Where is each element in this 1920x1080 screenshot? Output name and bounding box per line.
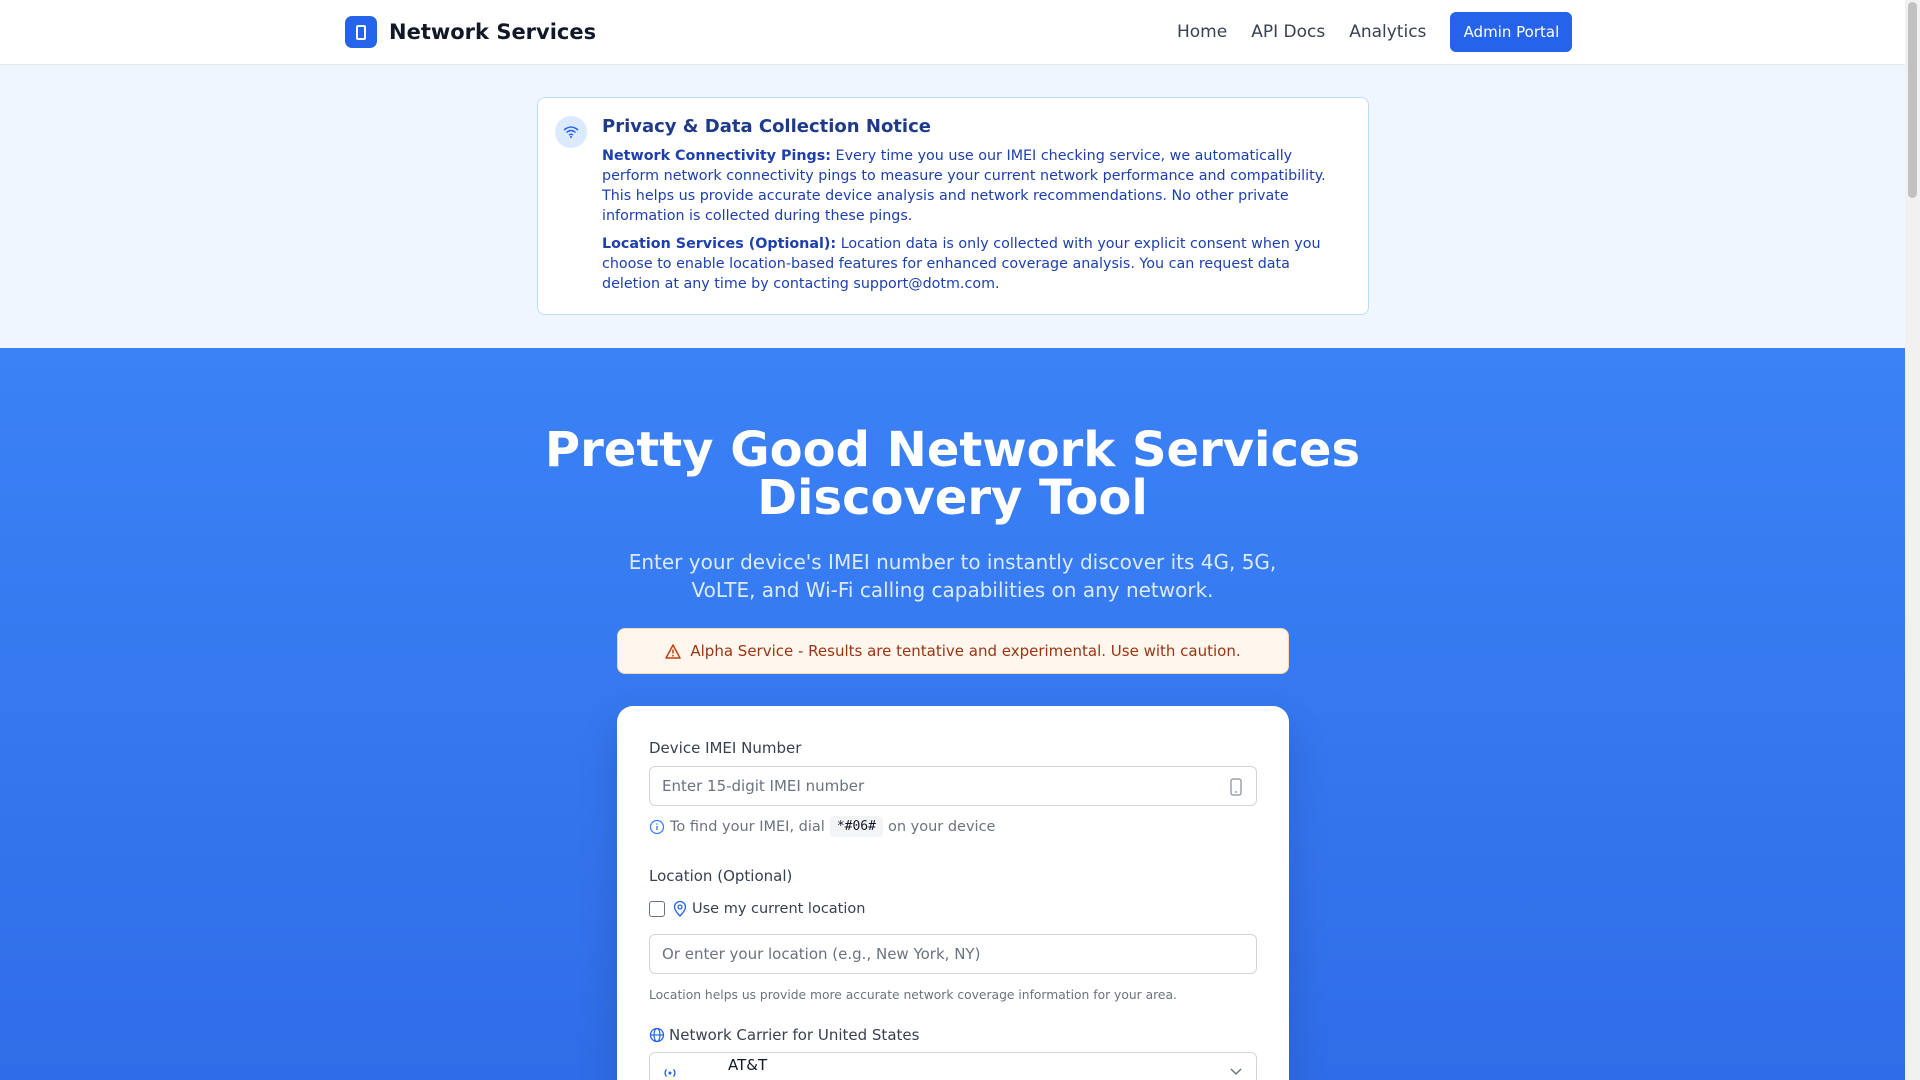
imei-form-card: Device IMEI Number Enter 15-digit IMEI n… — [617, 706, 1289, 1080]
nav-analytics-link[interactable]: Analytics — [1349, 22, 1426, 42]
imei-dial-code: *#06# — [829, 816, 883, 837]
globe-icon — [649, 1027, 665, 1043]
imei-hint-pre: To find your IMEI, dial — [670, 818, 825, 835]
map-pin-icon — [673, 901, 687, 917]
notice-location-paragraph: Location Services (Optional): Location d… — [602, 234, 1348, 294]
notice-pings-label: Network Connectivity Pings: — [602, 148, 832, 164]
privacy-notice: Privacy & Data Collection Notice Network… — [537, 97, 1369, 315]
imei-input[interactable]: Enter 15-digit IMEI number — [649, 766, 1257, 806]
hero-title: Pretty Good Network Services Discovery T… — [0, 426, 1905, 522]
admin-portal-button[interactable]: Admin Portal — [1450, 12, 1573, 52]
imei-placeholder: Enter 15-digit IMEI number — [662, 777, 865, 795]
location-help-text: Location helps us provide more accurate … — [649, 988, 1177, 1002]
carrier-select[interactable]: AT&T — [649, 1052, 1257, 1080]
notice-title: Privacy & Data Collection Notice — [602, 116, 931, 137]
nav-home-link[interactable]: Home — [1177, 22, 1227, 42]
use-location-row[interactable]: Use my current location — [649, 901, 865, 917]
hero-subtitle: Enter your device's IMEI number to insta… — [628, 550, 1277, 602]
carrier-selected-value: AT&T — [728, 1056, 768, 1074]
chevron-down-icon — [1230, 1068, 1242, 1076]
hero-title-line2: Discovery Tool — [757, 470, 1148, 526]
use-location-label: Use my current location — [692, 901, 866, 917]
imei-hint-post: on your device — [887, 818, 996, 835]
location-input[interactable]: Or enter your location (e.g., New York, … — [649, 934, 1257, 974]
top-header: Network Services Home API Docs Analytics… — [0, 0, 1905, 65]
alpha-warning-banner: Alpha Service - Results are tentative an… — [617, 628, 1289, 674]
info-icon — [649, 819, 665, 834]
notice-location-label: Location Services (Optional): — [602, 236, 837, 252]
notice-pings-paragraph: Network Connectivity Pings: Every time y… — [602, 146, 1348, 226]
page-scrollbar[interactable] — [1905, 0, 1920, 1080]
imei-hint: To find your IMEI, dial *#06# on your de… — [649, 816, 995, 837]
location-placeholder: Or enter your location (e.g., New York, … — [662, 945, 981, 963]
radio-tower-icon — [664, 1069, 676, 1077]
alpha-warning-text: Alpha Service - Results are tentative an… — [690, 642, 1241, 660]
hero-title-line1: Pretty Good Network Services — [544, 422, 1361, 478]
brand-title: Network Services — [389, 20, 597, 44]
scrollbar-thumb[interactable] — [1908, 2, 1917, 198]
warning-icon — [665, 643, 682, 659]
imei-label: Device IMEI Number — [649, 739, 802, 757]
hero-section: Pretty Good Network Services Discovery T… — [0, 348, 1905, 1080]
smartphone-icon — [345, 16, 377, 48]
brand[interactable]: Network Services — [345, 16, 596, 48]
wifi-icon — [555, 116, 587, 148]
smartphone-icon — [1230, 778, 1242, 796]
main-nav: Home API Docs Analytics Admin Portal — [1177, 12, 1573, 52]
carrier-label: Network Carrier for United States — [669, 1026, 920, 1044]
carrier-label-row: Network Carrier for United States — [649, 1026, 919, 1044]
notice-section: Privacy & Data Collection Notice Network… — [0, 65, 1905, 348]
location-label: Location (Optional) — [649, 867, 793, 885]
nav-api-docs-link[interactable]: API Docs — [1251, 22, 1325, 42]
use-location-checkbox[interactable] — [649, 901, 665, 917]
